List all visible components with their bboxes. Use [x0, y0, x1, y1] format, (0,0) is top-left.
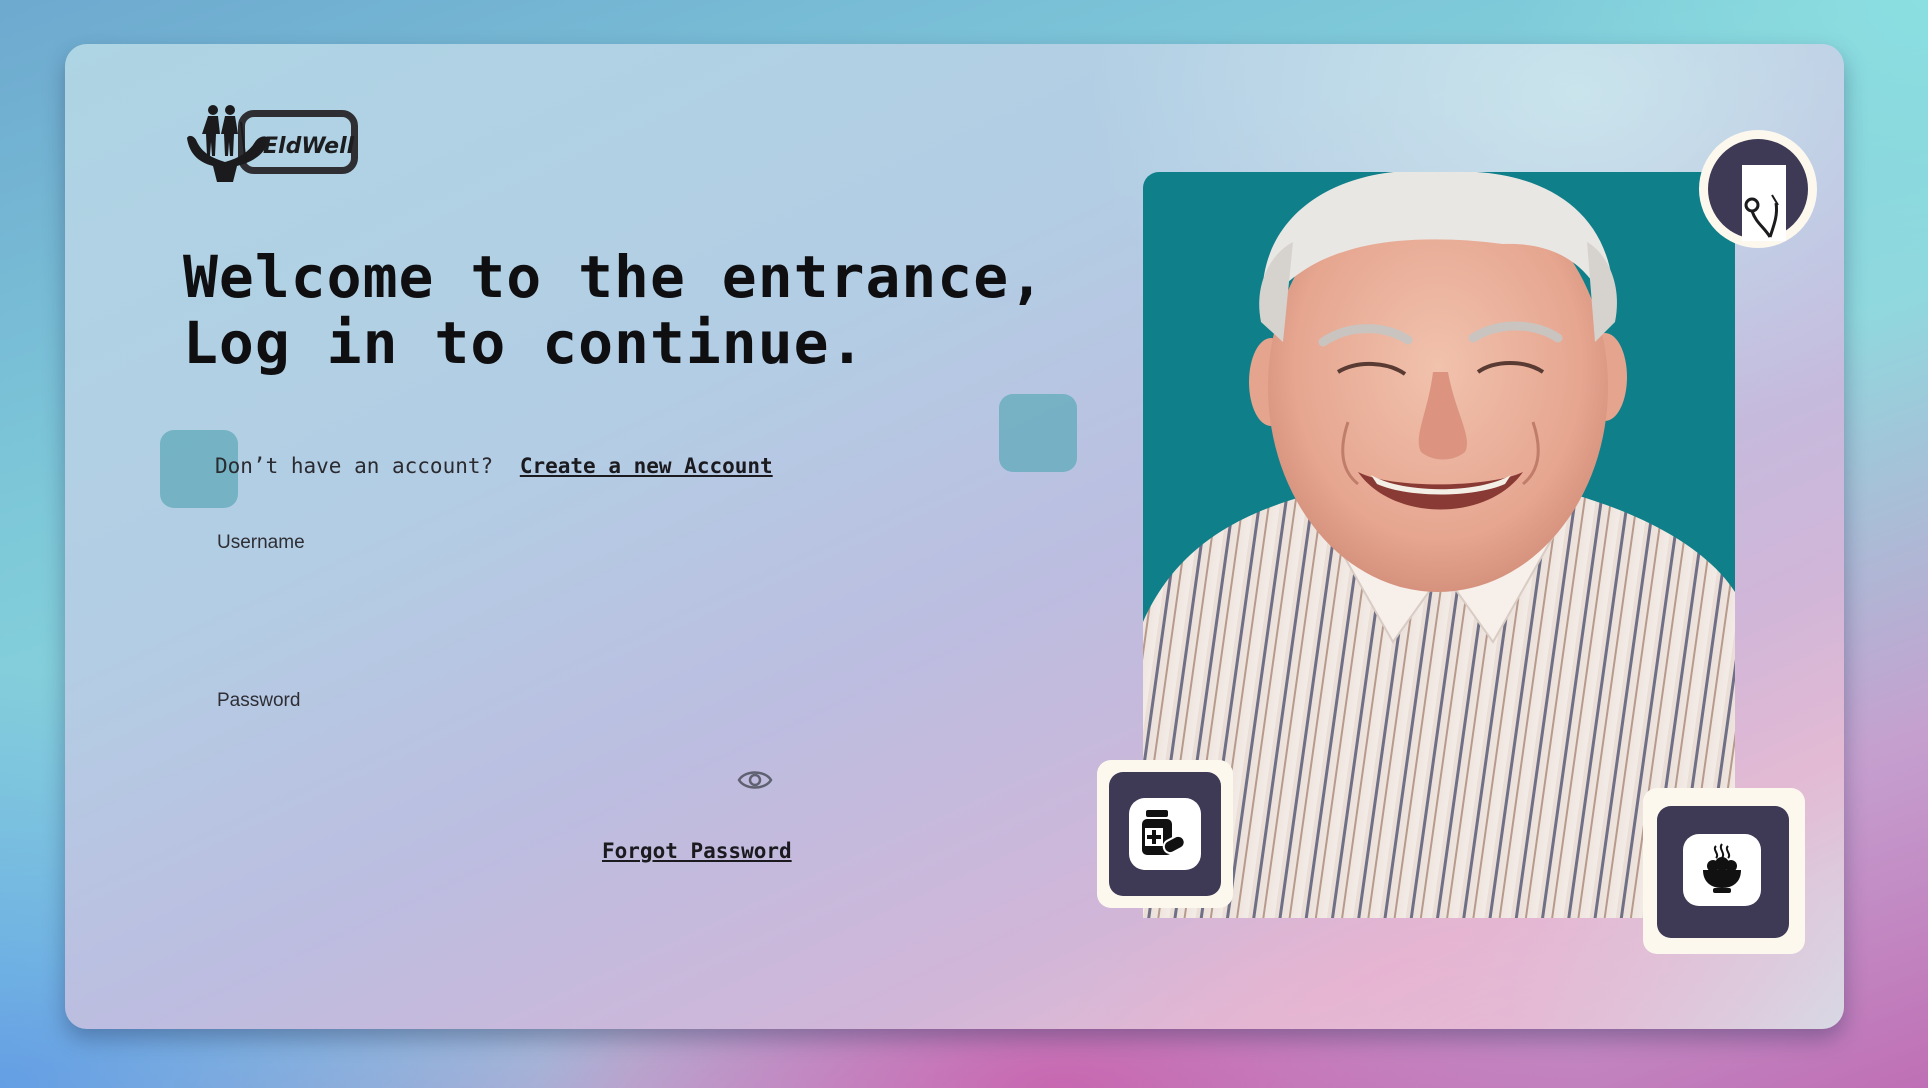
login-card: EldWell Welcome to the entrance, Log in … [65, 44, 1844, 1029]
stethoscope-card [1742, 165, 1786, 241]
signup-prompt-row: Don’t have an account? Create a new Acco… [215, 454, 773, 478]
signup-prompt-text: Don’t have an account? [215, 454, 494, 478]
headline-line-1: Welcome to the entrance, [183, 243, 1046, 311]
food-badge [1643, 788, 1805, 954]
create-account-link[interactable]: Create a new Account [520, 454, 773, 478]
food-tile [1683, 834, 1761, 906]
headline-line-2: Log in to continue. [183, 309, 866, 377]
username-label: Username [217, 532, 305, 553]
food-badge-inner [1657, 806, 1789, 938]
password-label: Password [217, 690, 301, 711]
stethoscope-badge [1699, 130, 1817, 248]
username-input[interactable] [217, 564, 781, 622]
medicine-bottle-icon [1142, 810, 1186, 855]
eye-icon[interactable] [737, 766, 773, 794]
medicine-badge-inner [1109, 772, 1221, 896]
logo-text: EldWell [263, 134, 355, 159]
eldwell-logo: EldWell [183, 96, 373, 186]
medicine-tile [1129, 798, 1201, 870]
food-bowl-icon [1703, 843, 1741, 893]
page-title: Welcome to the entrance, Log in to conti… [183, 244, 1045, 376]
forgot-password-link[interactable]: Forgot Password [602, 839, 792, 863]
decorative-square-right [999, 394, 1077, 472]
medicine-badge [1097, 760, 1233, 908]
stethoscope-badge-inner [1708, 139, 1808, 241]
password-input[interactable] [217, 722, 721, 780]
stethoscope-icon [1744, 194, 1779, 238]
